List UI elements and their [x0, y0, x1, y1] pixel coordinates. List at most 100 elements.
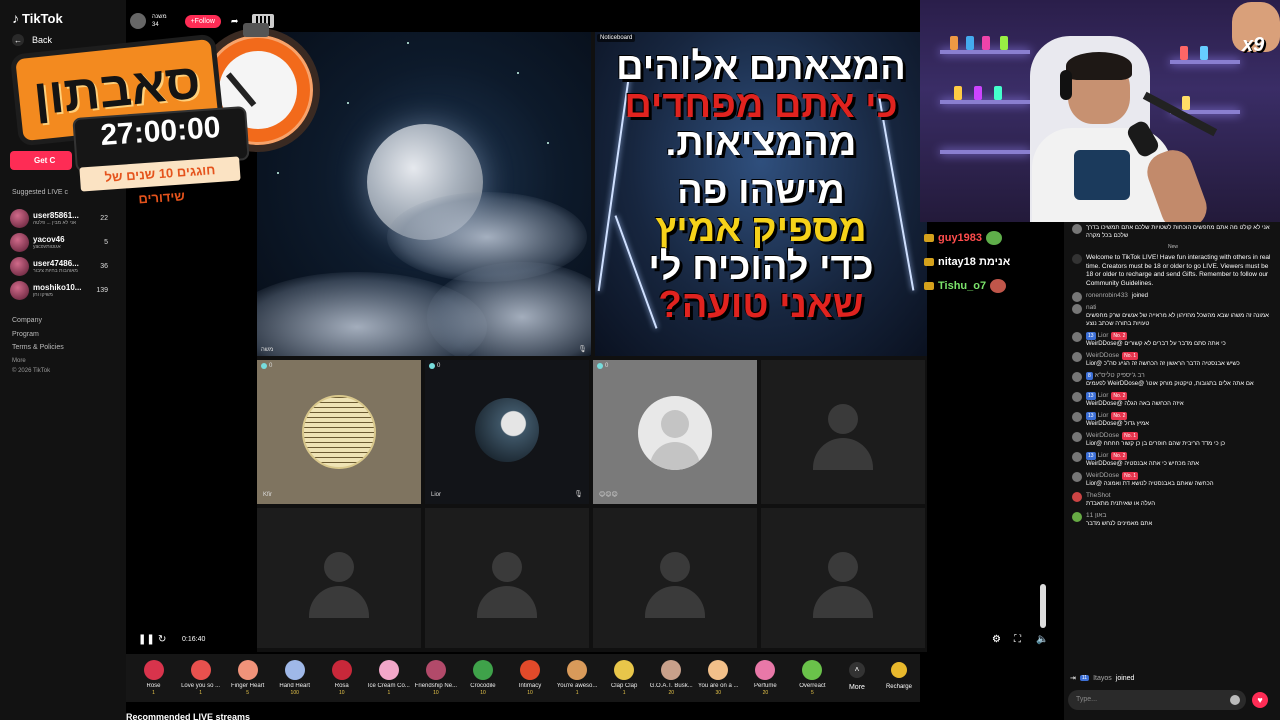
empty-guest-slot[interactable] — [761, 360, 925, 504]
clap-icon — [614, 660, 635, 680]
goat-icon — [661, 660, 682, 680]
gift-item[interactable]: Rose 1 — [130, 654, 177, 696]
tile-name: משה — [261, 347, 274, 353]
gift-item[interactable]: Overreact 5 — [789, 654, 836, 696]
poster-line: כדי להוכיח לי — [648, 246, 874, 288]
crocodile-icon — [472, 660, 493, 680]
get-coins-button[interactable]: Get C — [10, 151, 72, 170]
like-heart-button[interactable]: ♥ — [1252, 692, 1268, 708]
gift-item[interactable]: Perfume 20 — [742, 654, 789, 696]
join-user: Itayos — [1093, 674, 1112, 682]
person-placeholder-icon — [324, 552, 354, 582]
chat-message: 13 Lior No. 2 כי אתה סתם מדבר על דברים לא ק… — [1070, 332, 1276, 348]
settings-gear-icon[interactable]: ⚙ — [992, 634, 1001, 645]
emoji-icon[interactable] — [1230, 695, 1240, 705]
joined-label: joined — [1115, 674, 1135, 682]
streamer-webcam: x9 — [920, 0, 1280, 222]
suggested-live-list: user85861... אני לא מבין ... פלטה 22 yaco… — [10, 206, 110, 302]
gift-item[interactable]: Finger Heart 5 — [224, 654, 271, 696]
avatar — [1072, 304, 1082, 314]
viewer-count: 5 — [104, 238, 108, 246]
tiktok-logo[interactable]: ♪ TikTok — [12, 10, 63, 26]
multi-guest-stage: משה 🎙 Noticeboard המצאתם אלוהים כי אתם מ… — [257, 32, 927, 652]
new-messages-separator: New — [1167, 244, 1178, 250]
poster-line: מהמציאות. — [665, 122, 857, 164]
gift-item[interactable]: You are on a ... 30 — [695, 654, 742, 696]
poster-line: מספיק אמיץ — [655, 208, 867, 250]
overreact-icon — [802, 660, 823, 680]
mic-off-icon: 🎙 — [574, 491, 583, 498]
volume-icon[interactable]: 🔈 — [1036, 634, 1048, 645]
gift-item[interactable]: Clap Clap 1 — [601, 654, 648, 696]
gift-item[interactable]: Friendship Ne... 10 — [412, 654, 459, 696]
gift-item[interactable]: Rosa 10 — [318, 654, 365, 696]
suggested-live-item[interactable]: yacov46 yacovאגוטות 5 — [10, 230, 110, 254]
avatar — [1072, 292, 1082, 302]
host-viewers: 34 — [152, 22, 159, 28]
chat-message: WeirDDose No. 1 כשיש אבנסטיה הדבר הראשון ז… — [1070, 352, 1276, 368]
stream-duration: 0:16:40 — [182, 636, 206, 643]
gift-item[interactable]: Crocodile 10 — [459, 654, 506, 696]
back-button[interactable]: ← Back — [12, 34, 52, 46]
gift-item[interactable]: G.O.A.T. Busk... 20 — [648, 654, 695, 696]
guest-tile-lior[interactable]: 0 Lior 🎙 — [425, 360, 589, 504]
gift-item[interactable]: Love you so ... 1 — [177, 654, 224, 696]
avatar — [1072, 492, 1082, 502]
coin-icon — [890, 662, 907, 678]
back-label: Back — [32, 35, 53, 45]
chat-message: nati אמונה זה משהו שבא מהשכל מהזיהון לא מ… — [1070, 304, 1276, 328]
more-gifts-button[interactable]: ˄ More — [836, 654, 878, 691]
empty-guest-slot[interactable] — [257, 508, 421, 648]
empty-guest-slot[interactable] — [425, 508, 589, 648]
link-terms[interactable]: Terms & Policies — [12, 341, 64, 355]
avatar — [1072, 452, 1082, 462]
suggested-subtitle: משיקו וחן — [33, 291, 53, 298]
avatar — [1072, 432, 1082, 442]
chat-message: 8 רב ג'יספיק טליס"א אם אתה אלים בתגובות, ט… — [1070, 372, 1276, 388]
get-coins-label: Get C — [34, 156, 56, 165]
overlay-comment: Tishu_o7 — [924, 274, 1054, 298]
recharge-button[interactable]: Recharge — [878, 654, 920, 690]
link-more[interactable]: More — [12, 355, 64, 369]
suggested-live-item[interactable]: moshiko10... משיקו וחן 139 — [10, 278, 110, 302]
suggested-live-item[interactable]: user47486... מאוהבות בחיות ציבור 36 — [10, 254, 110, 278]
share-icon[interactable]: ➦ — [231, 16, 239, 27]
fullscreen-icon[interactable]: ⛶ — [1014, 634, 1021, 645]
suggested-live-item[interactable]: user85861... אני לא מבין ... פלטה 22 — [10, 206, 110, 230]
suggested-name: yacov46 — [33, 234, 65, 244]
gift-item[interactable]: Ice Cream Co... 1 — [365, 654, 412, 696]
gift-item[interactable]: Intimacy 10 — [507, 654, 554, 696]
join-message: ronenrobin433 joined — [1070, 292, 1276, 302]
chevron-up-icon: ˄ — [848, 662, 865, 678]
chat-scrollbar[interactable] — [1040, 584, 1046, 628]
guest-tile-default-avatar[interactable]: 0 😊😊😊 — [593, 360, 757, 504]
refresh-icon[interactable]: ↻ — [158, 634, 166, 645]
host-avatar[interactable] — [130, 13, 146, 29]
finger-heart-icon — [237, 660, 258, 680]
pause-icon[interactable]: ❚❚ — [138, 634, 155, 645]
timer-value: 27:00:00 — [99, 110, 222, 153]
avatar — [10, 280, 29, 300]
guest-tile-kfir[interactable]: 0 Kfir — [257, 360, 421, 504]
badge-icon — [924, 282, 934, 290]
link-program[interactable]: Program — [12, 328, 64, 342]
badge-icon — [924, 234, 934, 242]
gift-item[interactable]: You're aweso... 1 — [554, 654, 601, 696]
gift-item[interactable]: Hand Heart 100 — [271, 654, 318, 696]
chat-list[interactable]: אני לא קולט מה אתם מחפשים הוכחות לשטויות… — [1070, 224, 1276, 532]
lior-avatar — [475, 398, 539, 462]
link-company[interactable]: Company — [12, 314, 64, 328]
follow-button[interactable]: +Follow — [184, 14, 221, 28]
avatar — [1072, 412, 1082, 422]
chat-input[interactable]: Type... — [1068, 690, 1246, 710]
avatar — [10, 256, 29, 276]
poster-line: כי אתם מפחדים — [624, 84, 898, 126]
love-you-icon — [190, 660, 211, 680]
face-emoji-icon — [990, 279, 1007, 293]
join-message: ⇥ 11 Itayos joined — [1070, 674, 1135, 683]
empty-guest-slot[interactable] — [593, 508, 757, 648]
person-placeholder-icon — [660, 552, 690, 582]
avatar — [1072, 472, 1082, 482]
noticeboard-tile[interactable]: Noticeboard המצאתם אלוהים כי אתם מפחדים … — [595, 32, 927, 356]
empty-guest-slot[interactable] — [761, 508, 925, 648]
